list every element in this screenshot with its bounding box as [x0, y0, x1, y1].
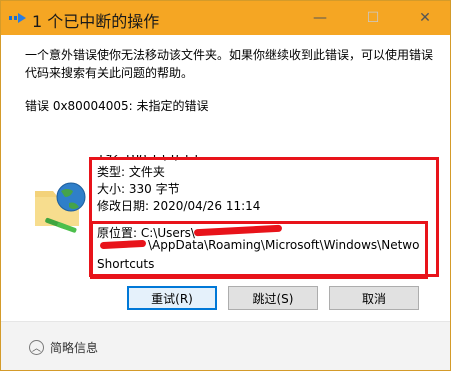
- move-operation-icon: [9, 13, 26, 23]
- maximize-icon: ☐: [366, 10, 380, 26]
- details-toggle[interactable]: ︿ 简略信息: [29, 339, 98, 356]
- dialog-window: 1 个已中断的操作 — ☐ ✕ 一个意外错误使你无法移动该文件夹。如果你继续收到…: [0, 0, 451, 371]
- close-icon: ✕: [419, 10, 431, 26]
- error-code: 错误 0x80004005: 未指定的错误: [25, 99, 209, 113]
- annotation-box-inner: [90, 221, 428, 279]
- details-toggle-label: 简略信息: [50, 341, 99, 355]
- cancel-button[interactable]: 取消: [329, 286, 419, 310]
- title-bar[interactable]: 1 个已中断的操作 — ☐ ✕: [1, 1, 450, 35]
- window-title: 1 个已中断的操作: [32, 12, 160, 31]
- error-message: 一个意外错误使你无法移动该文件夹。如果你继续收到此错误，可以使用错误代码来搜索有…: [25, 48, 434, 80]
- footer: ︿ 简略信息: [1, 322, 450, 370]
- maximize-button[interactable]: ☐: [351, 1, 395, 35]
- network-shortcut-icon: [35, 182, 86, 233]
- retry-button[interactable]: 重试(R): [127, 286, 217, 310]
- chevron-up-icon: ︿: [29, 340, 44, 355]
- close-button[interactable]: ✕: [403, 1, 447, 35]
- minimize-icon: —: [313, 10, 327, 26]
- minimize-button[interactable]: —: [298, 1, 342, 35]
- skip-button[interactable]: 跳过(S): [228, 286, 318, 310]
